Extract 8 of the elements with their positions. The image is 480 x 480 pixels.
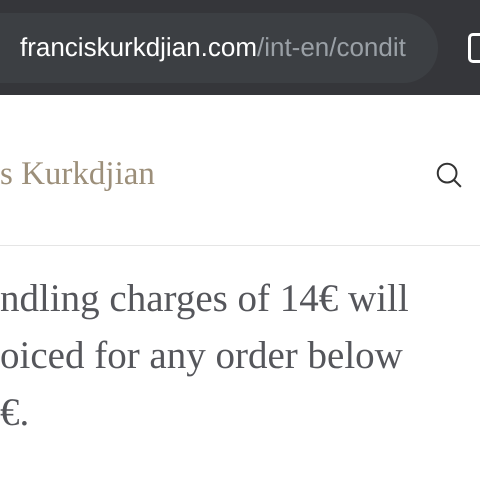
body-text-line: oiced for any order below bbox=[0, 333, 404, 379]
url-domain: franciskurkdjian.com bbox=[20, 31, 257, 64]
address-field[interactable]: franciskurkdjian.com/int-en/condit bbox=[0, 12, 438, 82]
body-text-line: €. bbox=[0, 390, 30, 436]
tabs-icon[interactable] bbox=[468, 32, 480, 62]
url-path: /int-en/condit bbox=[256, 31, 406, 64]
body-text-line: ndling charges of 14€ will bbox=[0, 276, 410, 322]
search-icon[interactable] bbox=[434, 160, 464, 190]
